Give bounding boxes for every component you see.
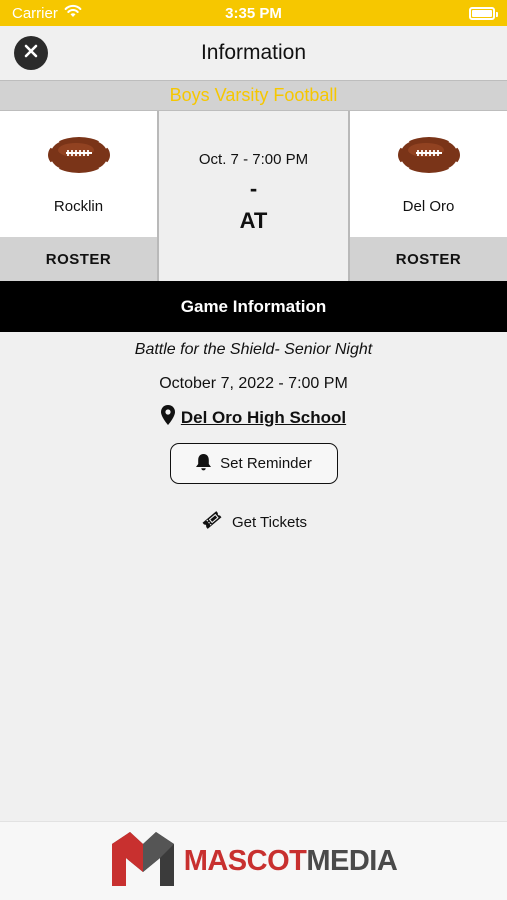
- set-reminder-button[interactable]: Set Reminder: [169, 443, 338, 484]
- away-team-name: Del Oro: [402, 198, 455, 215]
- brand-name-part2: MEDIA: [306, 844, 398, 877]
- get-tickets-label: Get Tickets: [231, 513, 308, 531]
- game-score: -: [249, 176, 258, 201]
- game-summary: Oct. 7 - 7:00 PM - AT: [157, 111, 350, 281]
- home-team: Rocklin ROSTER: [0, 111, 157, 281]
- matchup: Rocklin ROSTER Oct. 7 - 7:00 PM - AT Del…: [0, 111, 507, 281]
- game-datetime: October 7, 2022 - 7:00 PM: [159, 375, 348, 392]
- battery-icon: [469, 6, 498, 20]
- brand-name: MASCOTMEDIA: [184, 845, 398, 878]
- home-team-info: Rocklin: [0, 111, 157, 237]
- game-info: Battle for the Shield- Senior Night Octo…: [0, 332, 507, 536]
- ticket-icon: [200, 508, 224, 536]
- wifi-icon: [64, 4, 82, 22]
- get-tickets-link[interactable]: Get Tickets: [200, 508, 307, 536]
- away-roster-button[interactable]: ROSTER: [350, 237, 507, 281]
- page-title: Information: [200, 41, 307, 64]
- status-bar: Carrier 3:35 PM: [0, 0, 507, 26]
- away-team-info: Del Oro: [350, 111, 507, 237]
- versus-label: AT: [239, 208, 268, 233]
- game-information-header: Game Information: [0, 281, 507, 332]
- status-left: Carrier: [12, 4, 82, 22]
- nav-bar: Information: [0, 26, 507, 80]
- home-roster-button[interactable]: ROSTER: [0, 237, 157, 281]
- close-icon: [24, 44, 38, 63]
- football-icon: [46, 135, 112, 180]
- location-link[interactable]: Del Oro High School: [160, 405, 346, 430]
- sport-title: Boys Varsity Football: [0, 80, 507, 111]
- home-team-name: Rocklin: [53, 198, 104, 215]
- game-description: Battle for the Shield- Senior Night: [134, 341, 373, 358]
- set-reminder-label: Set Reminder: [220, 455, 312, 472]
- carrier-label: Carrier: [12, 4, 58, 22]
- away-team: Del Oro ROSTER: [350, 111, 507, 281]
- close-button[interactable]: [14, 36, 48, 70]
- footer: MASCOTMEDIA: [0, 821, 507, 900]
- location-pin-icon: [160, 405, 175, 430]
- game-short-datetime: Oct. 7 - 7:00 PM: [198, 151, 309, 168]
- mascot-media-logo: [110, 830, 176, 893]
- location-name[interactable]: Del Oro High School: [181, 408, 346, 428]
- brand-name-part1: MASCOT: [183, 844, 307, 877]
- bell-icon: [195, 453, 212, 475]
- football-icon: [396, 135, 462, 180]
